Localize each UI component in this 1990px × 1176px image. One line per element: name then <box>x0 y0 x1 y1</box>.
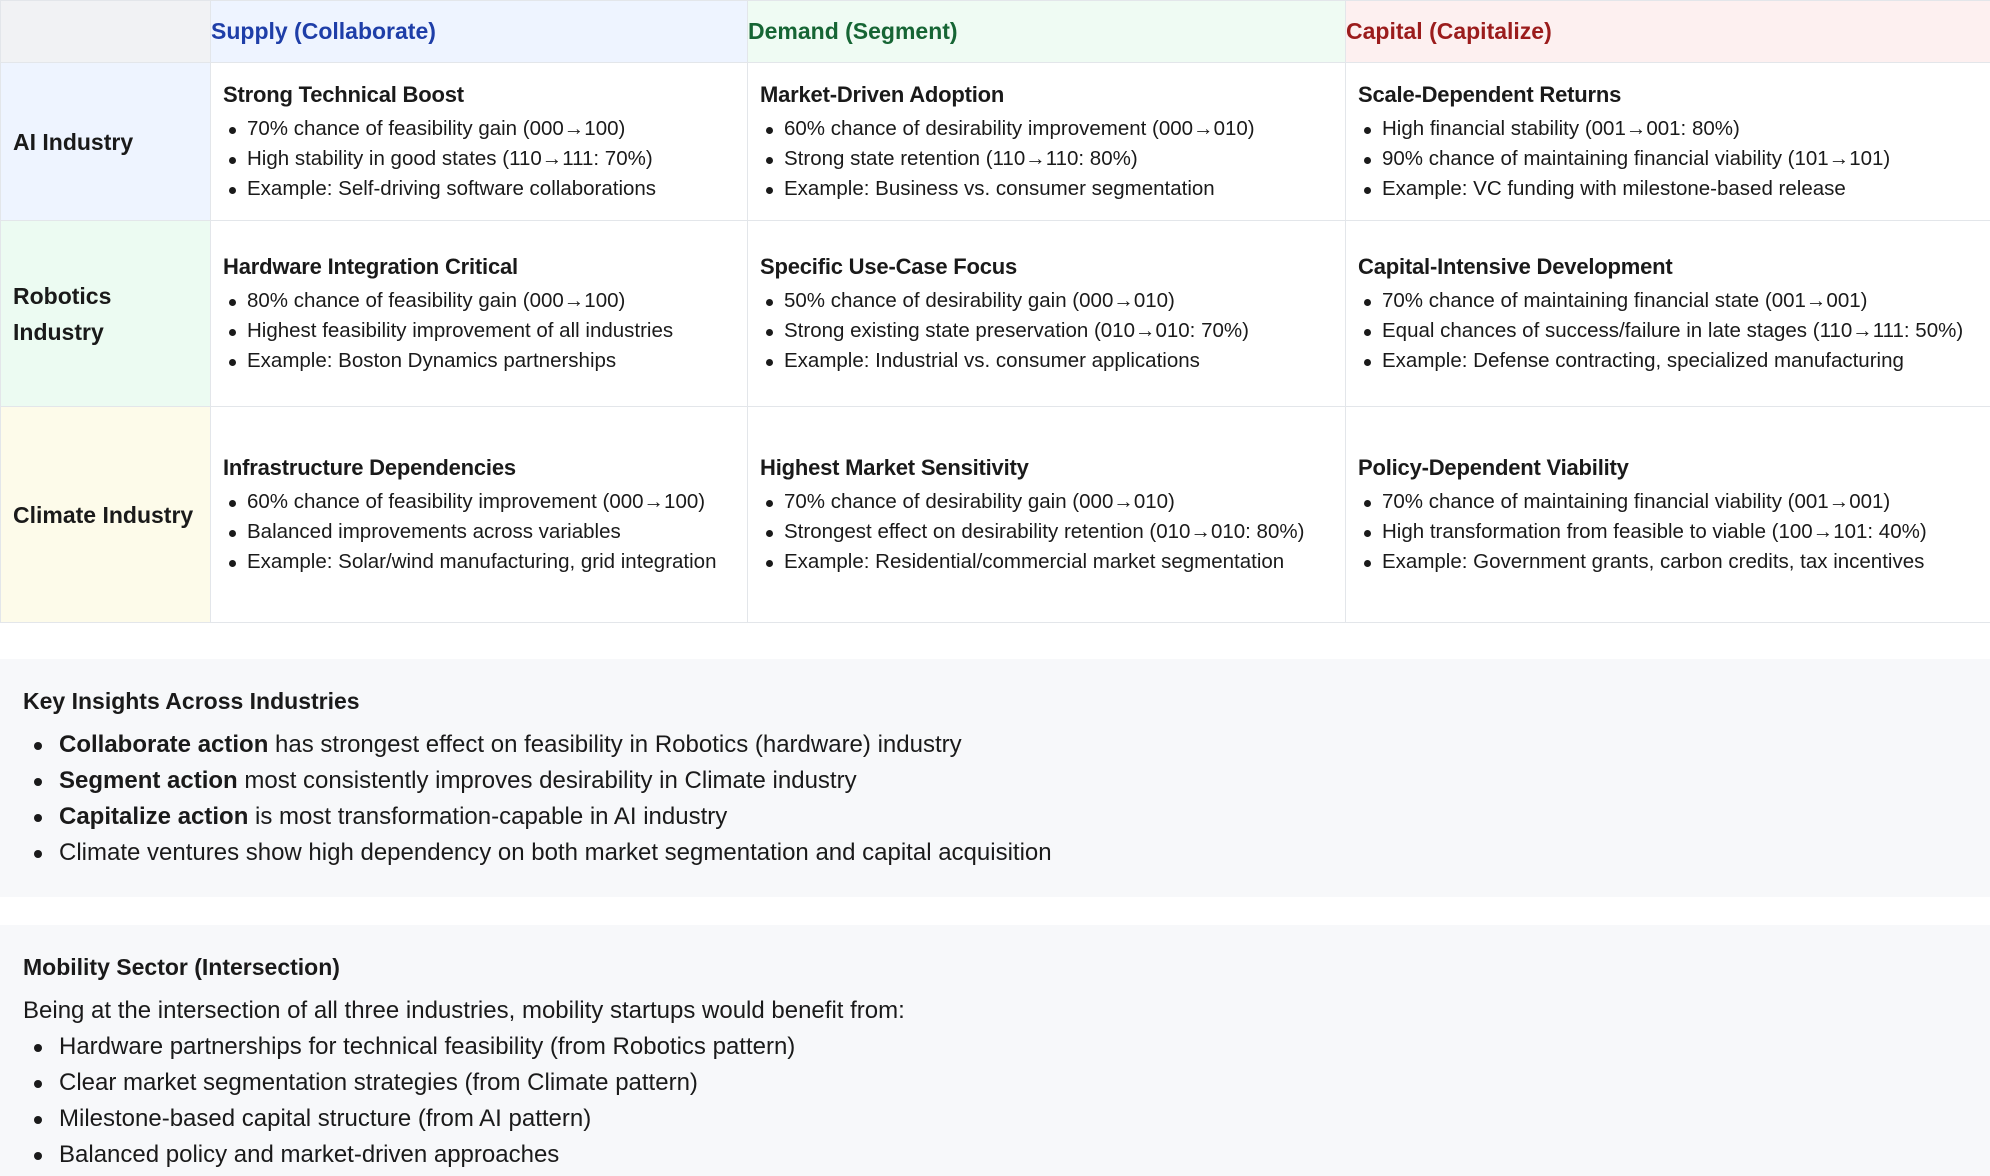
mobility-item: Balanced policy and market-driven approa… <box>23 1137 1967 1173</box>
matrix-row-robotics: Robotics Industry Hardware Integration C… <box>0 220 1990 407</box>
cell-title: Highest Market Sensitivity <box>760 454 1029 480</box>
insight-item-text: Climate ventures show high dependency on… <box>59 839 1052 866</box>
column-header-demand: Demand (Segment) <box>747 0 1346 63</box>
cell-bullet: 90% chance of maintaining financial viab… <box>1358 144 1978 174</box>
cell-title: Infrastructure Dependencies <box>223 454 516 480</box>
cell-climate-supply: Infrastructure Dependencies 60% chance o… <box>210 406 748 623</box>
cell-ai-supply: Strong Technical Boost 70% chance of fea… <box>210 62 748 221</box>
cell-bullet: Example: Solar/wind manufacturing, grid … <box>223 547 735 577</box>
insight-item: Collaborate action has strongest effect … <box>23 727 1967 763</box>
insight-item-text: is most transformation-capable in AI ind… <box>248 803 728 830</box>
cell-bullet: Example: Self-driving software collabora… <box>223 174 735 204</box>
cell-bullet: Example: VC funding with milestone-based… <box>1358 174 1978 204</box>
cell-bullet: 80% chance of feasibility gain (000→100) <box>223 286 735 316</box>
cell-bullet-list: 70% chance of maintaining financial viab… <box>1358 487 1978 577</box>
mobility-item: Hardware partnerships for technical feas… <box>23 1029 1967 1065</box>
cell-title: Hardware Integration Critical <box>223 253 518 279</box>
industry-action-matrix: Supply (Collaborate) Demand (Segment) Ca… <box>0 0 1990 623</box>
mobility-sector-list: Hardware partnerships for technical feas… <box>23 1029 1967 1173</box>
mobility-item: Milestone-based capital structure (from … <box>23 1101 1967 1137</box>
cell-bullet: Strong existing state preservation (010→… <box>760 316 1333 346</box>
matrix-row-climate: Climate Industry Infrastructure Dependen… <box>0 406 1990 623</box>
insight-item-text: has strongest effect on feasibility in R… <box>268 731 962 758</box>
cell-title: Market-Driven Adoption <box>760 81 1005 107</box>
cell-bullet-list: 70% chance of feasibility gain (000→100)… <box>223 114 735 204</box>
cell-climate-capital: Policy-Dependent Viability 70% chance of… <box>1345 406 1990 623</box>
cell-bullet: High financial stability (001→001: 80%) <box>1358 114 1978 144</box>
cell-bullet: 50% chance of desirability gain (000→010… <box>760 286 1333 316</box>
cell-bullet: Strong state retention (110→110: 80%) <box>760 144 1333 174</box>
cell-title: Strong Technical Boost <box>223 81 464 107</box>
cell-bullet-list: 50% chance of desirability gain (000→010… <box>760 286 1333 376</box>
cell-bullet-list: 70% chance of desirability gain (000→010… <box>760 487 1333 577</box>
cell-bullet: Balanced improvements across variables <box>223 517 735 547</box>
cell-title: Policy-Dependent Viability <box>1358 454 1629 480</box>
cell-bullet: Example: Boston Dynamics partnerships <box>223 346 735 376</box>
insight-item-bold: Segment action <box>59 767 238 794</box>
cell-bullet: Equal chances of success/failure in late… <box>1358 316 1978 346</box>
cell-bullet: 70% chance of feasibility gain (000→100) <box>223 114 735 144</box>
cell-bullet: High stability in good states (110→111: … <box>223 144 735 174</box>
cell-bullet: Strongest effect on desirability retenti… <box>760 517 1333 547</box>
cell-bullet: Example: Government grants, carbon credi… <box>1358 547 1978 577</box>
cell-bullet: High transformation from feasible to via… <box>1358 517 1978 547</box>
cell-bullet-list: 70% chance of maintaining financial stat… <box>1358 286 1978 376</box>
insight-item-bold: Capitalize action <box>59 803 249 830</box>
column-header-capital: Capital (Capitalize) <box>1345 0 1990 63</box>
key-insights-title: Key Insights Across Industries <box>23 688 360 714</box>
row-header-ai: AI Industry <box>0 62 211 221</box>
mobility-sector-panel: Mobility Sector (Intersection) Being at … <box>0 925 1990 1176</box>
cell-bullet: 60% chance of desirability improvement (… <box>760 114 1333 144</box>
matrix-header-row: Supply (Collaborate) Demand (Segment) Ca… <box>0 0 1990 63</box>
mobility-sector-intro: Being at the intersection of all three i… <box>23 997 905 1024</box>
matrix-corner-cell <box>0 0 211 63</box>
cell-bullet: 70% chance of maintaining financial viab… <box>1358 487 1978 517</box>
cell-bullet-list: 80% chance of feasibility gain (000→100)… <box>223 286 735 376</box>
insight-item: Segment action most consistently improve… <box>23 763 1967 799</box>
key-insights-list: Collaborate action has strongest effect … <box>23 727 1967 871</box>
cell-bullet: Example: Business vs. consumer segmentat… <box>760 174 1333 204</box>
cell-title: Capital-Intensive Development <box>1358 253 1673 279</box>
cell-bullet-list: High financial stability (001→001: 80%) … <box>1358 114 1978 204</box>
cell-bullet: Highest feasibility improvement of all i… <box>223 316 735 346</box>
key-insights-panel: Key Insights Across Industries Collabora… <box>0 659 1990 897</box>
cell-bullet: 70% chance of maintaining financial stat… <box>1358 286 1978 316</box>
cell-bullet-list: 60% chance of desirability improvement (… <box>760 114 1333 204</box>
cell-robotics-demand: Specific Use-Case Focus 50% chance of de… <box>747 220 1346 407</box>
cell-climate-demand: Highest Market Sensitivity 70% chance of… <box>747 406 1346 623</box>
insight-item: Capitalize action is most transformation… <box>23 799 1967 835</box>
row-header-robotics: Robotics Industry <box>0 220 211 407</box>
mobility-sector-title: Mobility Sector (Intersection) <box>23 954 340 980</box>
insight-item-text: most consistently improves desirability … <box>237 767 857 794</box>
cell-bullet: Example: Industrial vs. consumer applica… <box>760 346 1333 376</box>
cell-ai-demand: Market-Driven Adoption 60% chance of des… <box>747 62 1346 221</box>
cell-bullet: 70% chance of desirability gain (000→010… <box>760 487 1333 517</box>
cell-robotics-capital: Capital-Intensive Development 70% chance… <box>1345 220 1990 407</box>
cell-bullet: 60% chance of feasibility improvement (0… <box>223 487 735 517</box>
cell-robotics-supply: Hardware Integration Critical 80% chance… <box>210 220 748 407</box>
cell-bullet: Example: Defense contracting, specialize… <box>1358 346 1978 376</box>
cell-bullet: Example: Residential/commercial market s… <box>760 547 1333 577</box>
matrix-row-ai: AI Industry Strong Technical Boost 70% c… <box>0 62 1990 221</box>
insight-item-bold: Collaborate action <box>59 731 269 758</box>
cell-bullet-list: 60% chance of feasibility improvement (0… <box>223 487 735 577</box>
row-header-climate: Climate Industry <box>0 406 211 623</box>
cell-ai-capital: Scale-Dependent Returns High financial s… <box>1345 62 1990 221</box>
column-header-supply: Supply (Collaborate) <box>210 0 748 63</box>
mobility-item: Clear market segmentation strategies (fr… <box>23 1065 1967 1101</box>
cell-title: Specific Use-Case Focus <box>760 253 1018 279</box>
insight-item: Climate ventures show high dependency on… <box>23 835 1967 871</box>
cell-title: Scale-Dependent Returns <box>1358 81 1622 107</box>
